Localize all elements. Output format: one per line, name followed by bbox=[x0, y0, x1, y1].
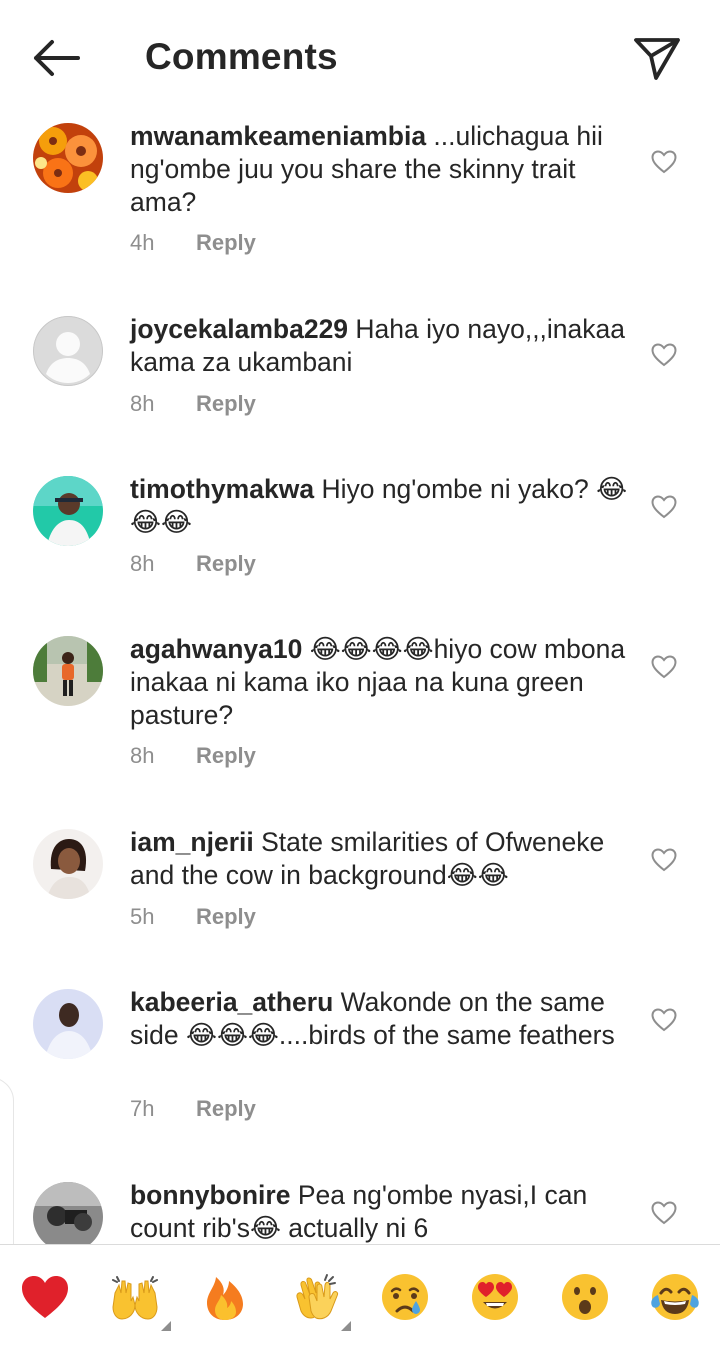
heart-outline-icon bbox=[651, 150, 677, 174]
comment-text: timothymakwa Hiyo ng'ombe ni yako? 😂😂😂 bbox=[130, 473, 630, 539]
paper-plane-icon bbox=[634, 38, 680, 80]
fire-emoji[interactable] bbox=[199, 1271, 251, 1323]
profile-photo bbox=[33, 476, 103, 546]
emoji-reaction-bar bbox=[0, 1244, 720, 1354]
variant-indicator bbox=[341, 1321, 351, 1331]
username[interactable]: timothymakwa bbox=[130, 474, 314, 504]
profile-photo bbox=[33, 636, 103, 706]
comment-meta: 8h Reply bbox=[130, 551, 256, 577]
username[interactable]: joycekalamba229 bbox=[130, 314, 348, 344]
heart-outline-icon bbox=[651, 343, 677, 367]
reply-button[interactable]: Reply bbox=[196, 230, 256, 255]
comments-header: Comments bbox=[0, 0, 720, 112]
like-button[interactable] bbox=[651, 655, 677, 679]
like-button[interactable] bbox=[651, 1201, 677, 1225]
comment-text: joycekalamba229 Haha iyo nayo,,,inakaa k… bbox=[130, 313, 630, 379]
heart-eyes-emoji[interactable] bbox=[469, 1271, 521, 1323]
clapping-hands-emoji[interactable] bbox=[289, 1271, 341, 1323]
timestamp: 8h bbox=[130, 551, 155, 576]
username[interactable]: mwanamkeameniambia bbox=[130, 121, 426, 151]
comment-text: bonnybonire Pea ng'ombe nyasi,I can coun… bbox=[130, 1179, 630, 1244]
username[interactable]: iam_njerii bbox=[130, 827, 254, 857]
reply-button[interactable]: Reply bbox=[196, 391, 256, 416]
avatar[interactable] bbox=[33, 989, 103, 1059]
profile-photo bbox=[33, 989, 103, 1059]
heart-outline-icon bbox=[651, 655, 677, 679]
comment-text: iam_njerii State smilarities of Ofweneke… bbox=[130, 826, 630, 892]
heart-outline-icon bbox=[651, 495, 677, 519]
comment-text: kabeeria_atheru Wakonde on the same side… bbox=[130, 986, 630, 1052]
comment-meta: 5h Reply bbox=[130, 904, 256, 930]
avatar[interactable] bbox=[33, 123, 103, 193]
share-button[interactable] bbox=[632, 34, 682, 82]
comment-text: mwanamkeameniambia ...ulichagua hii ng'o… bbox=[130, 120, 630, 219]
orange-flowers-image bbox=[33, 123, 103, 193]
heart-outline-icon bbox=[651, 1201, 677, 1225]
avatar[interactable] bbox=[33, 636, 103, 706]
red-heart-emoji[interactable] bbox=[19, 1271, 71, 1323]
comment-meta: 7h Reply bbox=[130, 1096, 256, 1122]
timestamp: 5h bbox=[130, 904, 155, 929]
comment-list[interactable]: mwanamkeameniambia ...ulichagua hii ng'o… bbox=[0, 112, 720, 1244]
heart-outline-icon bbox=[651, 1008, 677, 1032]
reply-button[interactable]: Reply bbox=[196, 551, 256, 576]
timestamp: 7h bbox=[130, 1096, 155, 1121]
avatar[interactable] bbox=[33, 1182, 103, 1244]
timestamp: 8h bbox=[130, 743, 155, 768]
avatar[interactable] bbox=[33, 829, 103, 899]
surprised-face-emoji[interactable] bbox=[559, 1271, 611, 1323]
side-panel-edge[interactable] bbox=[0, 1077, 14, 1269]
reply-button[interactable]: Reply bbox=[196, 743, 256, 768]
tears-of-joy-emoji[interactable] bbox=[649, 1271, 701, 1323]
comment-meta: 4h Reply bbox=[130, 230, 256, 256]
timestamp: 8h bbox=[130, 391, 155, 416]
comment-meta: 8h Reply bbox=[130, 391, 256, 417]
page-title: Comments bbox=[145, 36, 338, 77]
reply-button[interactable]: Reply bbox=[196, 1096, 256, 1121]
username[interactable]: agahwanya10 bbox=[130, 634, 302, 664]
heart-outline-icon bbox=[651, 848, 677, 872]
back-button[interactable] bbox=[30, 36, 82, 80]
profile-photo bbox=[33, 1182, 103, 1244]
reply-button[interactable]: Reply bbox=[196, 904, 256, 929]
avatar[interactable] bbox=[33, 476, 103, 546]
comment-meta: 8h Reply bbox=[130, 743, 256, 769]
username[interactable]: bonnybonire bbox=[130, 1180, 290, 1210]
comment-text: agahwanya10 😂😂😂😂hiyo cow mbona inakaa ni… bbox=[130, 633, 630, 732]
default-avatar-icon bbox=[33, 316, 103, 386]
arrow-left-icon bbox=[34, 40, 80, 76]
variant-indicator bbox=[161, 1321, 171, 1331]
like-button[interactable] bbox=[651, 343, 677, 367]
username[interactable]: kabeeria_atheru bbox=[130, 987, 333, 1017]
crying-face-emoji[interactable] bbox=[379, 1271, 431, 1323]
like-button[interactable] bbox=[651, 150, 677, 174]
like-button[interactable] bbox=[651, 1008, 677, 1032]
avatar[interactable] bbox=[33, 316, 103, 386]
raising-hands-emoji[interactable] bbox=[109, 1271, 161, 1323]
like-button[interactable] bbox=[651, 848, 677, 872]
like-button[interactable] bbox=[651, 495, 677, 519]
timestamp: 4h bbox=[130, 230, 155, 255]
profile-photo bbox=[33, 829, 103, 899]
